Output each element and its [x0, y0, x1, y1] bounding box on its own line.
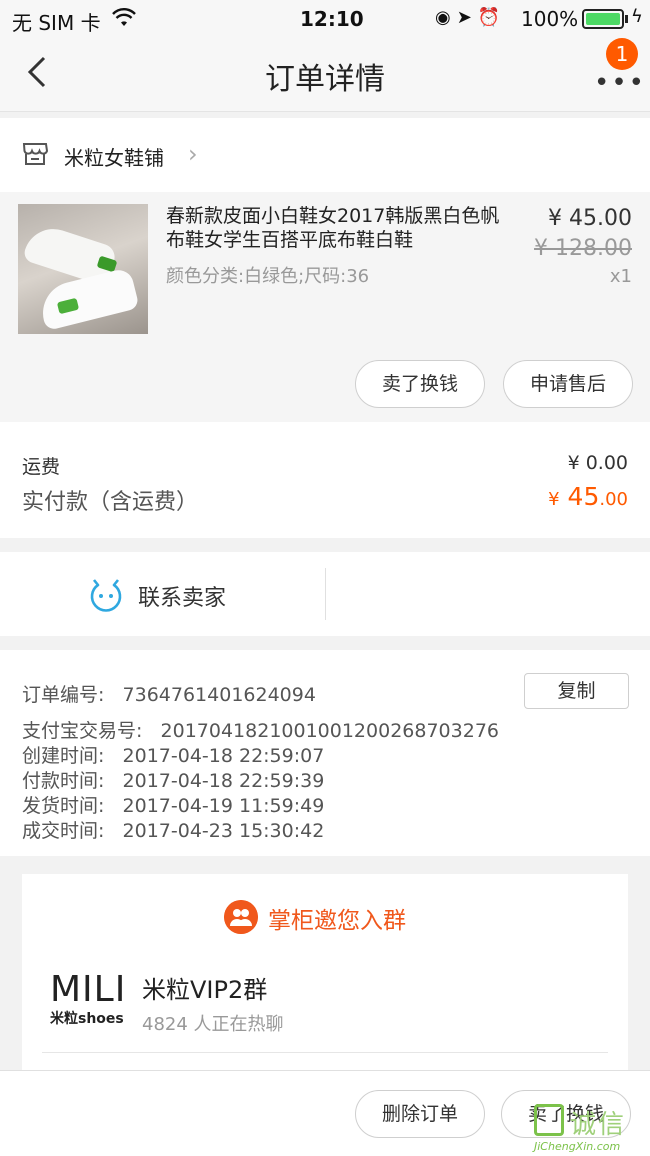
divider [42, 1052, 608, 1053]
group-invite-card[interactable]: 掌柜邀您入群 MILI 米粒shoes 米粒VIP2群 4824 人正在热聊 [22, 874, 628, 1074]
order-number-line: 订单编号: 7364761401624094 [22, 684, 316, 706]
mili-logo: MILI 米粒shoes [50, 972, 126, 1028]
carrier-label: 无 SIM 卡 [12, 11, 101, 35]
logo-subtext: 米粒shoes [50, 1011, 124, 1027]
paid-integer: 45 [567, 482, 600, 511]
system-icons: ◉➤⏰ [435, 7, 506, 28]
watermark: 诚信 JiChengXin.com [534, 1104, 648, 1154]
store-icon [22, 143, 48, 165]
paid-label: 实付款（含运费） [22, 490, 199, 515]
divider [325, 568, 326, 620]
completed-time-line: 成交时间: 2017-04-23 15:30:42 [22, 820, 325, 842]
contact-bar: 联系卖家 [0, 552, 650, 636]
delete-order-button[interactable]: 删除订单 [355, 1090, 485, 1138]
original-price: ¥ 128.00 [534, 236, 632, 261]
product-title[interactable]: 春新款皮面小白鞋女2017韩版黑白色帆布鞋女学生百搭平底布鞋白鞋 [166, 204, 516, 252]
shipping-label: 运费 [22, 456, 61, 478]
shop-row[interactable]: 米粒女鞋铺 › [0, 118, 650, 192]
group-people-icon [224, 900, 258, 934]
watermark-logo-icon [534, 1104, 564, 1136]
alarm-icon: ⏰ [477, 7, 507, 28]
logo-text: MILI [50, 969, 127, 1010]
page-title: 订单详情 [265, 62, 385, 97]
group-name[interactable]: 米粒VIP2群 [142, 970, 267, 1005]
product-thumbnail[interactable] [18, 204, 148, 334]
clock: 12:10 [300, 7, 364, 31]
group-invite-title: 掌柜邀您入群 [268, 908, 406, 934]
nav-bar: 订单详情 ••• 1 [0, 38, 650, 112]
battery-tip [625, 15, 628, 23]
product-price: ¥ 45.00 [548, 206, 632, 231]
product-spec: 颜色分类:白绿色;尺码:36 [166, 266, 370, 287]
location-icon: ➤ [456, 7, 478, 28]
shoe-image-part [36, 267, 140, 331]
notification-badge: 1 [606, 38, 638, 70]
orientation-lock-icon: ◉ [435, 7, 457, 28]
paid-amount: ¥ 45.00 [548, 482, 628, 511]
product-card[interactable]: 春新款皮面小白鞋女2017韩版黑白色帆布鞋女学生百搭平底布鞋白鞋 颜色分类:白绿… [0, 192, 650, 422]
fee-summary: 运费 ¥ 0.00 实付款（含运费） ¥ 45.00 [0, 422, 650, 538]
shipping-value: ¥ 0.00 [567, 452, 628, 474]
battery-icon [582, 9, 624, 29]
watermark-text: 诚信 [570, 1110, 627, 1140]
copy-button[interactable]: 复制 [524, 673, 629, 709]
paid-time-line: 付款时间: 2017-04-18 22:59:39 [22, 770, 325, 792]
group-member-count: 4824 人正在热聊 [142, 1014, 284, 1035]
after-sales-button[interactable]: 申请售后 [503, 360, 633, 408]
shipped-time-line: 发货时间: 2017-04-19 11:59:49 [22, 795, 325, 817]
paid-decimal: .00 [599, 489, 628, 510]
paid-currency: ¥ [548, 489, 560, 510]
shop-name[interactable]: 米粒女鞋铺 [64, 142, 164, 171]
chat-bubble-icon[interactable] [88, 576, 124, 612]
contact-seller-label[interactable]: 联系卖家 [138, 580, 226, 612]
chevron-right-icon: › [188, 140, 198, 168]
more-icon[interactable]: ••• [594, 68, 646, 98]
product-quantity: x1 [609, 266, 632, 287]
order-info: 订单编号: 7364761401624094 支付宝交易号: 201704182… [0, 650, 650, 856]
battery-percent: 100% [521, 7, 579, 31]
charging-icon: ϟ [631, 6, 643, 27]
created-time-line: 创建时间: 2017-04-18 22:59:07 [22, 745, 325, 767]
alipay-trade-line: 支付宝交易号: 2017041821001001200268703276 [22, 720, 499, 742]
watermark-url: JiChengXin.com [534, 1140, 621, 1153]
wifi-icon [112, 8, 136, 26]
sell-button[interactable]: 卖了换钱 [355, 360, 485, 408]
status-bar: 无 SIM 卡 12:10 ◉➤⏰ 100% ϟ [0, 0, 650, 38]
